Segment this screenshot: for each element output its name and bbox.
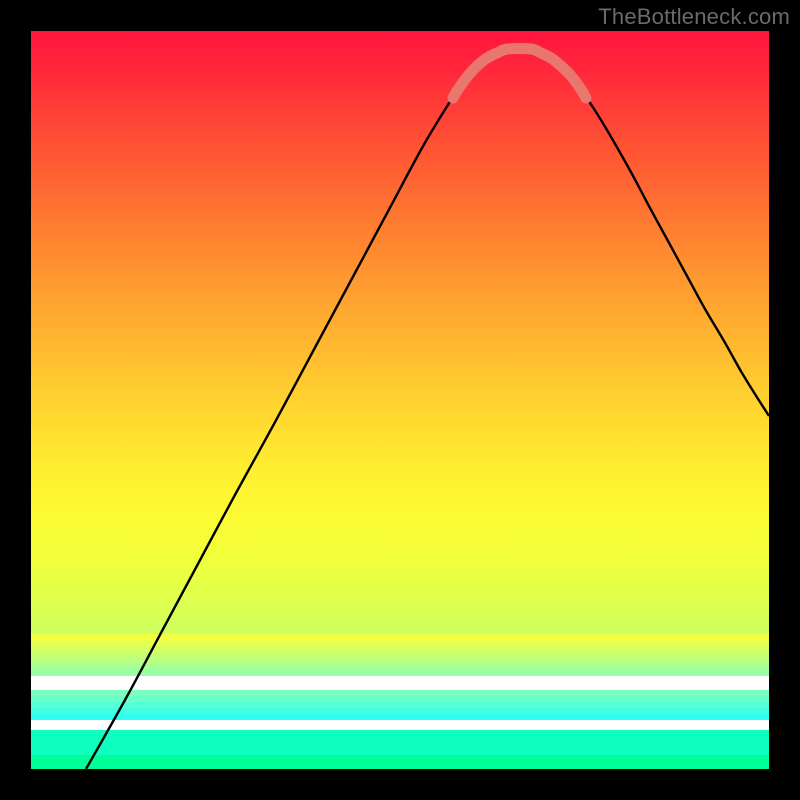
- trough-highlight: [453, 48, 586, 98]
- curve-layer: [31, 31, 769, 769]
- chart-frame: TheBottleneck.com: [0, 0, 800, 800]
- bottleneck-curve: [86, 48, 769, 769]
- plot-area: [31, 31, 769, 769]
- watermark-text: TheBottleneck.com: [598, 4, 790, 30]
